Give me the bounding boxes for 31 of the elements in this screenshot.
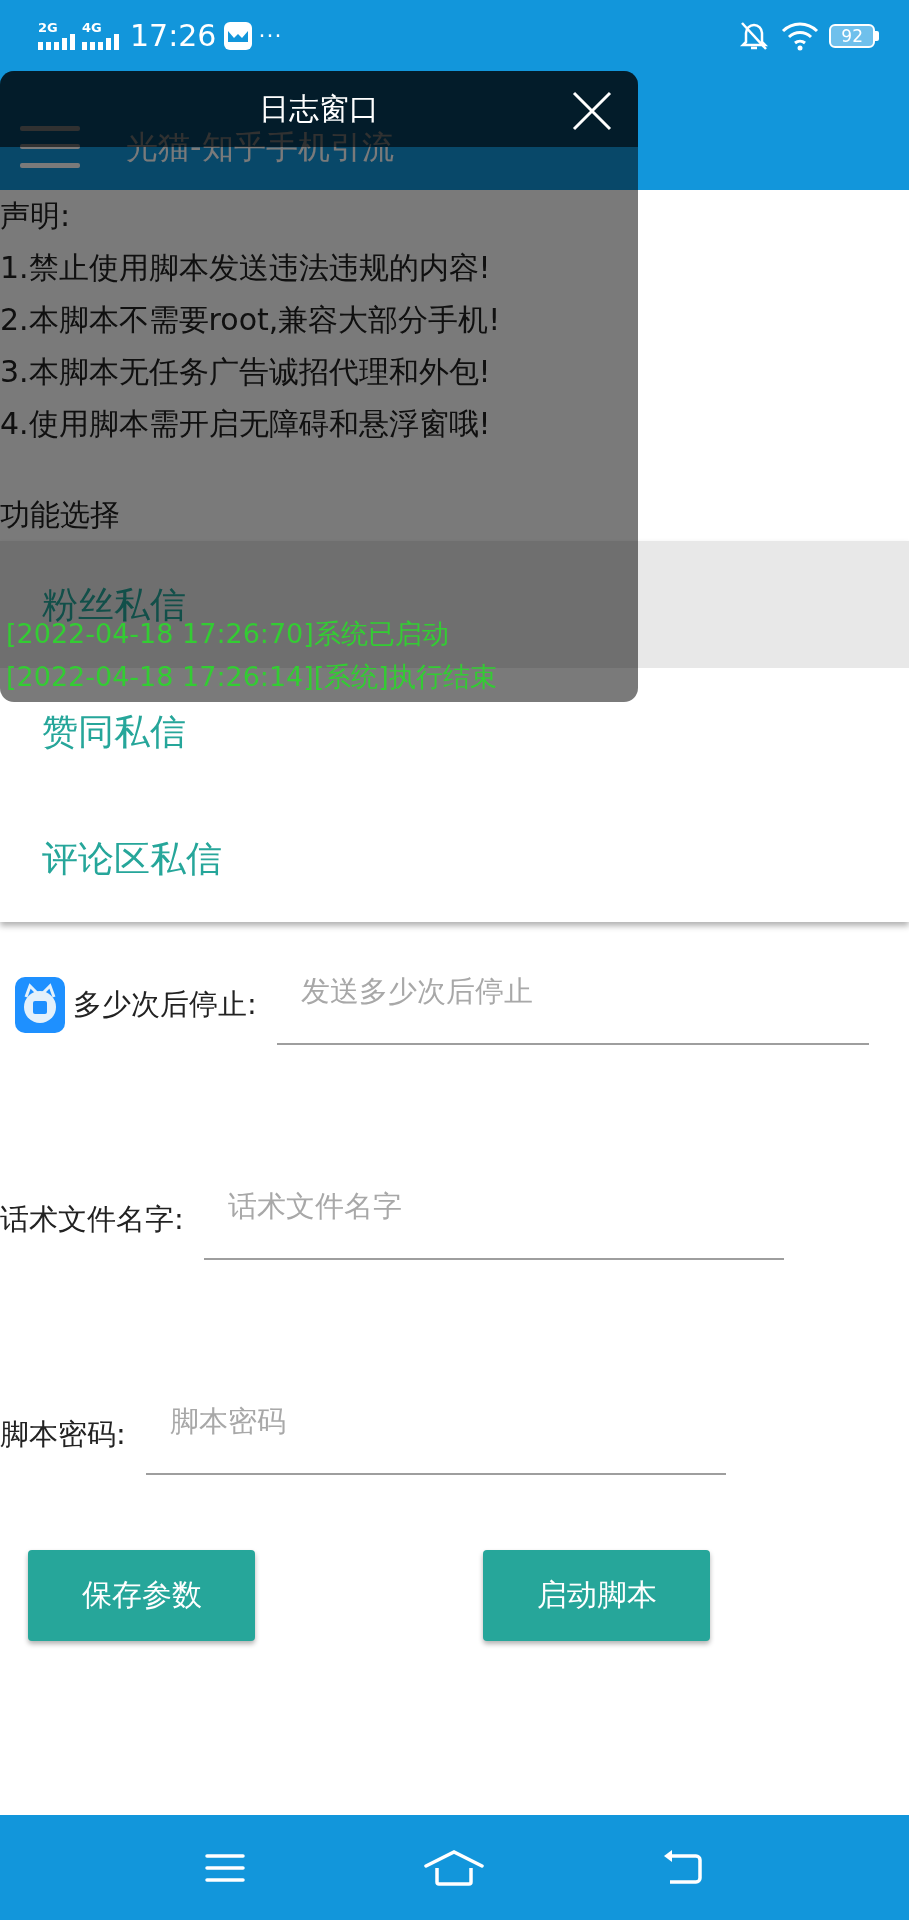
app-icon bbox=[15, 976, 65, 1033]
input-field[interactable]: 话术文件名字 bbox=[203, 1179, 784, 1260]
signal-icon bbox=[38, 34, 76, 50]
menu-icon[interactable] bbox=[20, 124, 80, 170]
network-label: 4G bbox=[82, 21, 102, 34]
menu-item[interactable]: 评论区私信 bbox=[42, 836, 222, 881]
battery-level: 92 bbox=[829, 23, 875, 48]
network-label: 2G bbox=[38, 21, 58, 34]
notice-line: 3.本脚本无任务广告诚招代理和外包! bbox=[0, 353, 492, 391]
close-icon[interactable] bbox=[572, 91, 612, 131]
menu-item[interactable]: 赞同私信 bbox=[42, 709, 186, 754]
wifi-icon bbox=[781, 20, 820, 51]
section-label: 功能选择 bbox=[0, 496, 121, 534]
notice-line: 2.本脚本不需要root,兼容大部分手机! bbox=[0, 301, 502, 339]
clock-time: 17:26 bbox=[130, 18, 217, 53]
save-button[interactable]: 保存参数 bbox=[28, 1550, 255, 1641]
notice-line: 4.使用脚本需开启无障碍和悬浮窗哦! bbox=[0, 405, 492, 443]
input-field[interactable]: 脚本密码 bbox=[145, 1394, 726, 1475]
notice-heading: 声明: bbox=[0, 197, 72, 235]
field-label: 话术文件名字: bbox=[0, 1200, 184, 1238]
input-field[interactable]: 发送多少次后停止 bbox=[276, 964, 869, 1045]
signal-icon bbox=[82, 34, 120, 50]
log-line: [2022-04-18 17:26:14][系统]执行结束 bbox=[6, 660, 498, 694]
log-window-title: 日志窗口 bbox=[259, 89, 379, 128]
field-label: 脚本密码: bbox=[0, 1415, 126, 1453]
message-icon bbox=[224, 21, 253, 50]
start-button[interactable]: 启动脚本 bbox=[483, 1550, 710, 1641]
home-icon[interactable] bbox=[424, 1847, 485, 1888]
field-label: 多少次后停止: bbox=[73, 985, 257, 1023]
notice-line: 1.禁止使用脚本发送违法违规的内容! bbox=[0, 249, 492, 287]
more-indicator: ··· bbox=[258, 23, 283, 48]
